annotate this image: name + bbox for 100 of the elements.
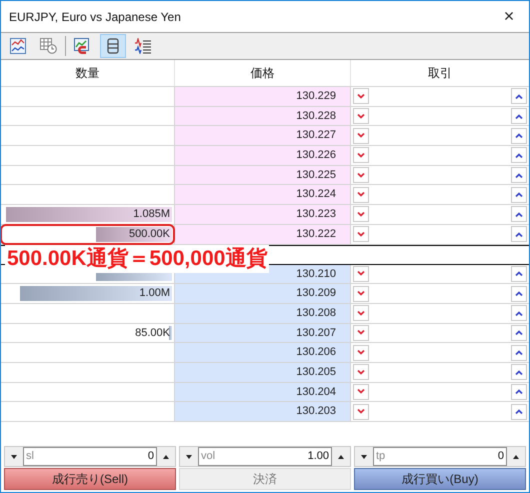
chevron-down-icon (357, 133, 365, 138)
price-cell: 130.222 (175, 224, 351, 244)
chevron-up-icon (515, 192, 523, 198)
chevron-up-icon (515, 370, 523, 375)
chevron-up-icon (515, 133, 523, 138)
depth-icon (107, 38, 119, 54)
volume-text: 85.00K (135, 326, 171, 340)
chevron-down-icon (357, 350, 365, 356)
triangle-down-icon (11, 454, 17, 458)
triangle-up-icon (513, 454, 519, 458)
number-field[interactable]: tp 0 (373, 447, 507, 466)
chevron-down-icon (357, 409, 365, 414)
chevron-up-icon (515, 330, 523, 336)
chevron-up-icon (515, 409, 523, 414)
chevron-up-icon (515, 94, 523, 99)
buy-arrow-button[interactable] (511, 167, 527, 184)
decrease-button[interactable] (180, 447, 198, 466)
buy-button[interactable]: 成行買い(Buy) (354, 468, 526, 490)
chevron-up-icon (515, 271, 523, 276)
price-cell: 130.205 (175, 362, 351, 382)
sell-arrow-button[interactable] (353, 266, 369, 282)
chevron-up-icon (515, 172, 523, 178)
chevron-up-icon (515, 310, 523, 316)
price-cell: 130.224 (175, 185, 351, 204)
tick-list-icon (135, 38, 151, 54)
buy-arrow-button[interactable] (511, 286, 527, 302)
chevron-down-icon (357, 389, 365, 394)
price-cell: 130.203 (175, 402, 351, 421)
number-field[interactable]: sl 0 (23, 447, 157, 466)
buy-arrow-button[interactable] (511, 206, 527, 222)
buy-arrow-button[interactable] (511, 384, 527, 400)
price-cell: 130.204 (175, 382, 351, 402)
chevron-down-icon (357, 192, 365, 198)
buy-arrow-button[interactable] (511, 186, 527, 203)
price-cell: 130.209 (175, 284, 351, 303)
sell-arrow-button[interactable] (353, 324, 369, 341)
buy-arrow-button[interactable] (511, 344, 527, 361)
chevron-up-icon (515, 114, 523, 119)
triangle-down-icon (361, 454, 367, 458)
sell-arrow-button[interactable] (353, 344, 369, 361)
volume-text: 1.085M (133, 207, 171, 222)
buy-arrow-button[interactable] (511, 147, 527, 164)
chevron-up-icon (515, 389, 523, 394)
chevron-down-icon (357, 271, 365, 276)
chevron-up-icon (515, 212, 523, 217)
chevron-down-icon (357, 291, 365, 296)
sell-arrow-button[interactable] (353, 305, 369, 322)
price-cell: 130.223 (175, 205, 351, 224)
buy-arrow-button[interactable] (511, 88, 527, 104)
sell-arrow-button[interactable] (353, 128, 369, 144)
buy-arrow-button[interactable] (511, 404, 527, 420)
buy-arrow-button[interactable] (511, 324, 527, 341)
sell-arrow-button[interactable] (353, 88, 369, 104)
price-cell: 130.227 (175, 126, 351, 146)
column-header: 数量 (1, 60, 175, 86)
increase-button[interactable] (332, 447, 350, 466)
sell-arrow-button[interactable] (353, 108, 369, 124)
close-button[interactable]: × (497, 3, 521, 30)
volume-text: 1.00M (139, 286, 171, 301)
chart-icon (10, 38, 26, 54)
sell-arrow-button[interactable] (353, 364, 369, 380)
sell-arrow-button[interactable] (353, 147, 369, 164)
buy-arrow-button[interactable] (511, 108, 527, 124)
sell-arrow-button[interactable] (353, 226, 369, 242)
column-header: 価格 (175, 60, 351, 86)
sell-arrow-button[interactable] (353, 286, 369, 302)
price-cell: 130.229 (175, 87, 351, 106)
chevron-down-icon (357, 330, 365, 336)
sell-arrow-button[interactable] (353, 384, 369, 400)
price-cell: 130.225 (175, 166, 351, 184)
volume-text: 500.00K (129, 226, 171, 242)
buy-arrow-button[interactable] (511, 305, 527, 322)
increase-button[interactable] (507, 447, 525, 466)
sell-arrow-button[interactable] (353, 186, 369, 203)
chevron-up-icon (515, 291, 523, 296)
window-title: EURJPY, Euro vs Japanese Yen (9, 8, 181, 26)
sell-arrow-button[interactable] (353, 167, 369, 184)
chevron-down-icon (357, 172, 365, 178)
toolbar-button[interactable] (100, 34, 126, 58)
buy-arrow-button[interactable] (511, 226, 527, 242)
price-cell: 130.226 (175, 146, 351, 165)
buy-arrow-button[interactable] (511, 364, 527, 380)
sell-arrow-button[interactable] (353, 404, 369, 420)
sell-arrow-button[interactable] (353, 206, 369, 222)
increase-button[interactable] (157, 447, 175, 466)
chevron-down-icon (357, 232, 365, 237)
chevron-down-icon (357, 94, 365, 99)
sell-button[interactable]: 成行売り(Sell) (4, 468, 176, 490)
decrease-button[interactable] (355, 447, 373, 466)
price-cell: 130.208 (175, 304, 351, 323)
buy-arrow-button[interactable] (511, 128, 527, 144)
column-header: 取引 (427, 65, 453, 82)
chevron-down-icon (357, 212, 365, 217)
chevron-up-icon (515, 152, 523, 158)
number-field[interactable]: vol 1.00 (198, 447, 332, 466)
triangle-up-icon (163, 454, 169, 458)
decrease-button[interactable] (5, 447, 23, 466)
buy-arrow-button[interactable] (511, 266, 527, 282)
chevron-down-icon (357, 310, 365, 316)
price-cell: 130.228 (175, 106, 351, 126)
